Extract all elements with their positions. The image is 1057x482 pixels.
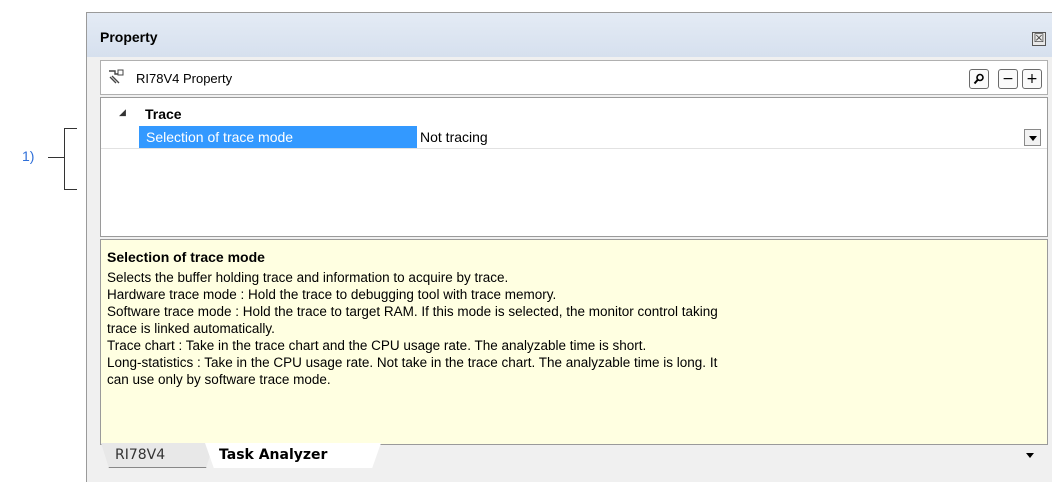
collapse-button[interactable]: − [998,69,1018,89]
tab-ri78v4[interactable]: RI78V4 [101,443,214,468]
property-name[interactable]: Selection of trace mode [139,126,417,148]
close-icon[interactable]: ☒ [1032,32,1046,46]
callout-bracket [64,128,77,190]
description-line: Long-statistics : Take in the CPU usage … [107,355,718,370]
description-line: trace is linked automatically. [107,321,275,336]
search-button[interactable] [969,69,989,89]
expand-button[interactable]: + [1022,69,1042,89]
description-line: Hardware trace mode : Hold the trace to … [107,287,557,302]
property-value[interactable]: Not tracing [420,126,488,148]
property-toolbar: RI78V4 Property − + [100,60,1048,95]
description-line: can use only by software trace mode. [107,372,331,387]
description-panel: Selection of trace mode Selects the buff… [100,239,1048,445]
description-line: Software trace mode : Hold the trace to … [107,304,718,319]
callout-bracket-tick [48,157,64,158]
toolbar-title: RI78V4 Property [136,71,233,86]
description-line: Trace chart : Take in the trace chart an… [107,338,647,353]
callout-label: 1) [22,148,35,164]
property-grid: ◢ Trace Selection of trace mode Not trac… [100,97,1048,237]
category-row-trace[interactable]: ◢ Trace [101,105,1047,123]
description-title: Selection of trace mode [107,249,265,265]
tab-task-analyzer[interactable]: Task Analyzer [205,443,381,468]
tab-menu-chevron-icon[interactable] [1026,453,1034,458]
chevron-down-icon[interactable] [1024,129,1041,146]
description-line: Selects the buffer holding trace and inf… [107,270,509,285]
collapse-triangle-icon[interactable]: ◢ [119,108,126,118]
tab-strip: RI78V4 Task Analyzer [87,441,1052,469]
window-title: Property [100,29,158,45]
property-row-trace-mode[interactable]: Selection of trace mode Not tracing [101,126,1047,149]
category-label: Trace [145,106,182,122]
window-titlebar: Property ☒ [87,13,1052,57]
property-panel-icon [109,69,124,84]
property-window: Property ☒ RI78V4 Property − + ◢ Trace S… [86,12,1052,482]
search-icon [973,73,984,85]
